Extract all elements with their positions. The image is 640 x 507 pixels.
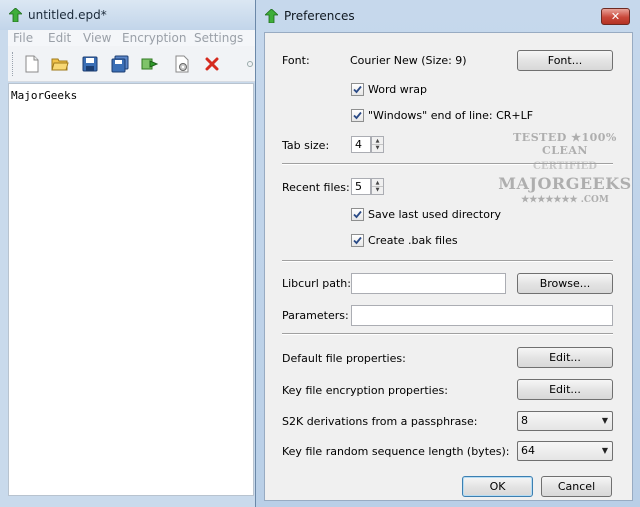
s2k-label: S2K derivations from a passphrase: — [282, 415, 478, 428]
font-label: Font: — [282, 54, 310, 67]
s2k-value: 8 — [521, 414, 528, 427]
bak-label: Create .bak files — [368, 234, 458, 247]
app-logo-icon — [7, 7, 24, 25]
divider — [282, 260, 613, 262]
edit-key-enc-button[interactable]: Edit... — [517, 379, 613, 400]
parameters-label: Parameters: — [282, 309, 349, 322]
browse-button[interactable]: Browse... — [517, 273, 613, 294]
export-icon[interactable] — [140, 54, 160, 74]
dialog-title: Preferences — [284, 9, 355, 23]
save-dir-label: Save last used directory — [368, 208, 501, 221]
watermark-line: MAJORGEEKS — [498, 174, 632, 193]
close-icon[interactable] — [202, 54, 222, 74]
editor-text-area[interactable]: MajorGeeks — [8, 83, 254, 496]
editor-title: untitled.epd* — [28, 8, 107, 22]
menu-encryption[interactable]: Encryption — [122, 31, 186, 45]
new-file-icon[interactable] — [22, 54, 42, 74]
editor-content: MajorGeeks — [11, 89, 78, 102]
majorgeeks-watermark: TESTED ★100% CLEAN CERTIFIED MAJORGEEKS … — [495, 131, 635, 217]
close-x-icon: ✕ — [610, 10, 621, 23]
recent-files-input[interactable]: 5 — [351, 178, 371, 195]
libcurl-label: Libcurl path: — [282, 277, 351, 290]
key-len-label: Key file random sequence length (bytes): — [282, 445, 510, 458]
open-folder-icon[interactable] — [50, 54, 70, 74]
tab-size-spinner[interactable]: ▲ ▼ — [371, 136, 384, 153]
dialog-close-button[interactable]: ✕ — [601, 8, 630, 25]
parameters-input[interactable] — [351, 305, 613, 326]
word-wrap-checkbox[interactable] — [351, 83, 364, 96]
font-value: Courier New (Size: 9) — [350, 54, 467, 67]
save-dir-checkbox[interactable] — [351, 208, 364, 221]
tab-size-input[interactable]: 4 — [351, 136, 371, 153]
save-icon[interactable] — [80, 54, 100, 74]
editor-toolbar — [8, 46, 262, 82]
cancel-button[interactable]: Cancel — [541, 476, 612, 497]
editor-titlebar: untitled.epd* — [0, 0, 262, 30]
checkmark-icon — [353, 85, 362, 94]
dialog-titlebar: Preferences ✕ — [256, 0, 640, 32]
edit-default-props-button[interactable]: Edit... — [517, 347, 613, 368]
dropdown-arrow-icon: ▼ — [601, 446, 608, 455]
key-enc-label: Key file encryption properties: — [282, 384, 448, 397]
s2k-select[interactable]: 8 ▼ — [517, 411, 613, 431]
watermark-line: TESTED ★100% CLEAN — [513, 131, 617, 157]
editor-menubar: File Edit View Encryption Settings — [8, 30, 262, 46]
word-wrap-label: Word wrap — [368, 83, 428, 96]
divider — [282, 333, 613, 335]
settings-icon[interactable] — [172, 54, 192, 74]
eol-label: "Windows" end of line: CR+LF — [368, 109, 534, 122]
dialog-client-area: Font: Courier New (Size: 9) Font... Word… — [264, 32, 633, 501]
recent-files-spinner[interactable]: ▲ ▼ — [371, 178, 384, 195]
spin-up-icon[interactable]: ▲ — [372, 179, 383, 186]
ok-button[interactable]: OK — [462, 476, 533, 497]
libcurl-path-input[interactable] — [351, 273, 506, 294]
menu-settings[interactable]: Settings — [194, 31, 243, 45]
editor-window: untitled.epd* File Edit View Encryption … — [0, 0, 262, 507]
app-logo-icon — [263, 8, 280, 26]
spin-up-icon[interactable]: ▲ — [372, 137, 383, 144]
checkmark-icon — [353, 236, 362, 245]
menu-edit[interactable]: Edit — [48, 31, 71, 45]
editor-status-strip — [0, 496, 262, 507]
watermark-line: ★★★★★★★ .COM — [521, 195, 609, 205]
key-len-select[interactable]: 64 ▼ — [517, 441, 613, 461]
watermark-line: CERTIFIED — [533, 161, 597, 172]
eol-checkbox[interactable] — [351, 109, 364, 122]
tab-size-label: Tab size: — [282, 139, 330, 152]
checkmark-icon — [353, 210, 362, 219]
font-button[interactable]: Font... — [517, 50, 613, 71]
dropdown-arrow-icon: ▼ — [601, 416, 608, 425]
toolbar-grip — [12, 52, 14, 76]
save-all-icon[interactable] — [110, 54, 130, 74]
recent-files-label: Recent files: — [282, 181, 350, 194]
bak-checkbox[interactable] — [351, 234, 364, 247]
key-len-value: 64 — [521, 444, 535, 457]
menu-view[interactable]: View — [83, 31, 111, 45]
menu-file[interactable]: File — [13, 31, 33, 45]
spin-down-icon[interactable]: ▼ — [372, 186, 383, 193]
preferences-dialog: Preferences ✕ Font: Courier New (Size: 9… — [255, 0, 640, 507]
default-props-label: Default file properties: — [282, 352, 406, 365]
checkmark-icon — [353, 111, 362, 120]
spin-down-icon[interactable]: ▼ — [372, 144, 383, 151]
